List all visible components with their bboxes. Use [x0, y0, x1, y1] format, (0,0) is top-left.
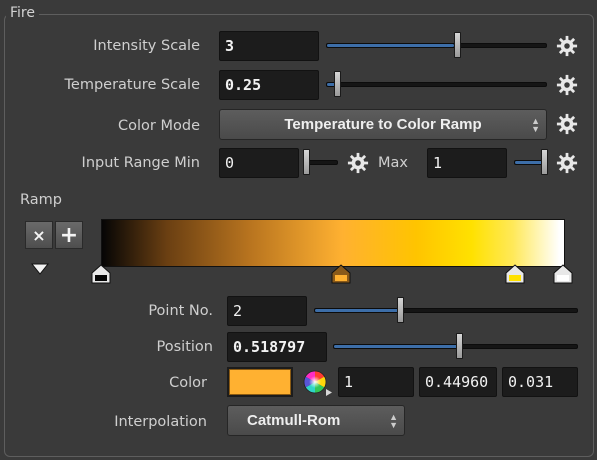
- input-range-min-field[interactable]: 0: [219, 148, 299, 178]
- color-g-field[interactable]: 0.44960: [419, 367, 497, 397]
- point-no-slider-handle[interactable]: [397, 297, 404, 323]
- ramp-key-black[interactable]: [91, 264, 111, 284]
- position-slider-handle[interactable]: [456, 333, 463, 359]
- point-no-field[interactable]: 2: [227, 296, 307, 326]
- intensity-scale-slider[interactable]: [326, 43, 547, 48]
- point-no-slider-fill: [315, 309, 402, 312]
- gear-icon[interactable]: [556, 74, 578, 96]
- input-range-max-label: Max: [378, 155, 408, 171]
- position-field[interactable]: 0.518797: [227, 332, 327, 362]
- temperature-scale-field[interactable]: 0.25: [219, 70, 319, 100]
- input-range-max-field[interactable]: 1: [427, 148, 507, 178]
- panel-title: Fire: [6, 4, 39, 22]
- input-range-min-slider[interactable]: [306, 160, 338, 165]
- intensity-scale-label: Intensity Scale: [93, 38, 200, 54]
- position-slider-fill: [334, 345, 461, 348]
- gear-icon[interactable]: [556, 113, 578, 135]
- gear-icon[interactable]: [347, 152, 369, 174]
- point-no-slider[interactable]: [314, 308, 578, 313]
- intensity-scale-slider-handle[interactable]: [454, 32, 461, 58]
- temperature-scale-label: Temperature Scale: [64, 77, 200, 93]
- add-key-button[interactable]: +: [55, 221, 83, 249]
- ramp-key-orange[interactable]: [331, 264, 351, 284]
- color-r-field[interactable]: 1: [338, 367, 414, 397]
- temperature-scale-slider[interactable]: [326, 82, 547, 87]
- color-label: Color: [169, 375, 207, 391]
- ramp-label: Ramp: [20, 192, 62, 208]
- color-mode-selected: Temperature to Color Ramp: [284, 116, 482, 133]
- intensity-scale-slider-fill: [327, 44, 455, 47]
- color-ramp-bar[interactable]: [101, 219, 565, 267]
- gear-icon[interactable]: [556, 152, 578, 174]
- ramp-key-yellow[interactable]: [505, 264, 525, 284]
- ramp-key-white[interactable]: [553, 264, 573, 284]
- color-mode-label: Color Mode: [118, 118, 200, 134]
- point-no-label: Point No.: [148, 303, 213, 319]
- updown-arrows-icon: ▲ ▼: [531, 115, 540, 134]
- temperature-scale-slider-handle[interactable]: [334, 71, 341, 97]
- delete-key-button[interactable]: ×: [25, 221, 53, 249]
- interpolation-selected: Catmull-Rom: [247, 412, 341, 429]
- color-mode-dropdown[interactable]: Temperature to Color Ramp ▲ ▼: [219, 109, 547, 140]
- position-label: Position: [156, 339, 213, 355]
- ramp-menu-triangle-icon[interactable]: [31, 263, 49, 275]
- color-b-field[interactable]: 0.031: [502, 367, 578, 397]
- interpolation-dropdown[interactable]: Catmull-Rom ▲ ▼: [227, 405, 405, 436]
- intensity-scale-field[interactable]: 3: [219, 31, 319, 61]
- color-swatch[interactable]: [227, 367, 293, 397]
- input-range-min-slider-handle[interactable]: [303, 149, 310, 175]
- updown-arrows-icon: ▲ ▼: [389, 411, 398, 430]
- input-range-max-slider-handle[interactable]: [541, 149, 548, 175]
- color-wheel-icon[interactable]: [303, 370, 333, 396]
- interpolation-label: Interpolation: [114, 414, 207, 430]
- input-range-min-label: Input Range Min: [81, 155, 200, 171]
- gear-icon[interactable]: [556, 35, 578, 57]
